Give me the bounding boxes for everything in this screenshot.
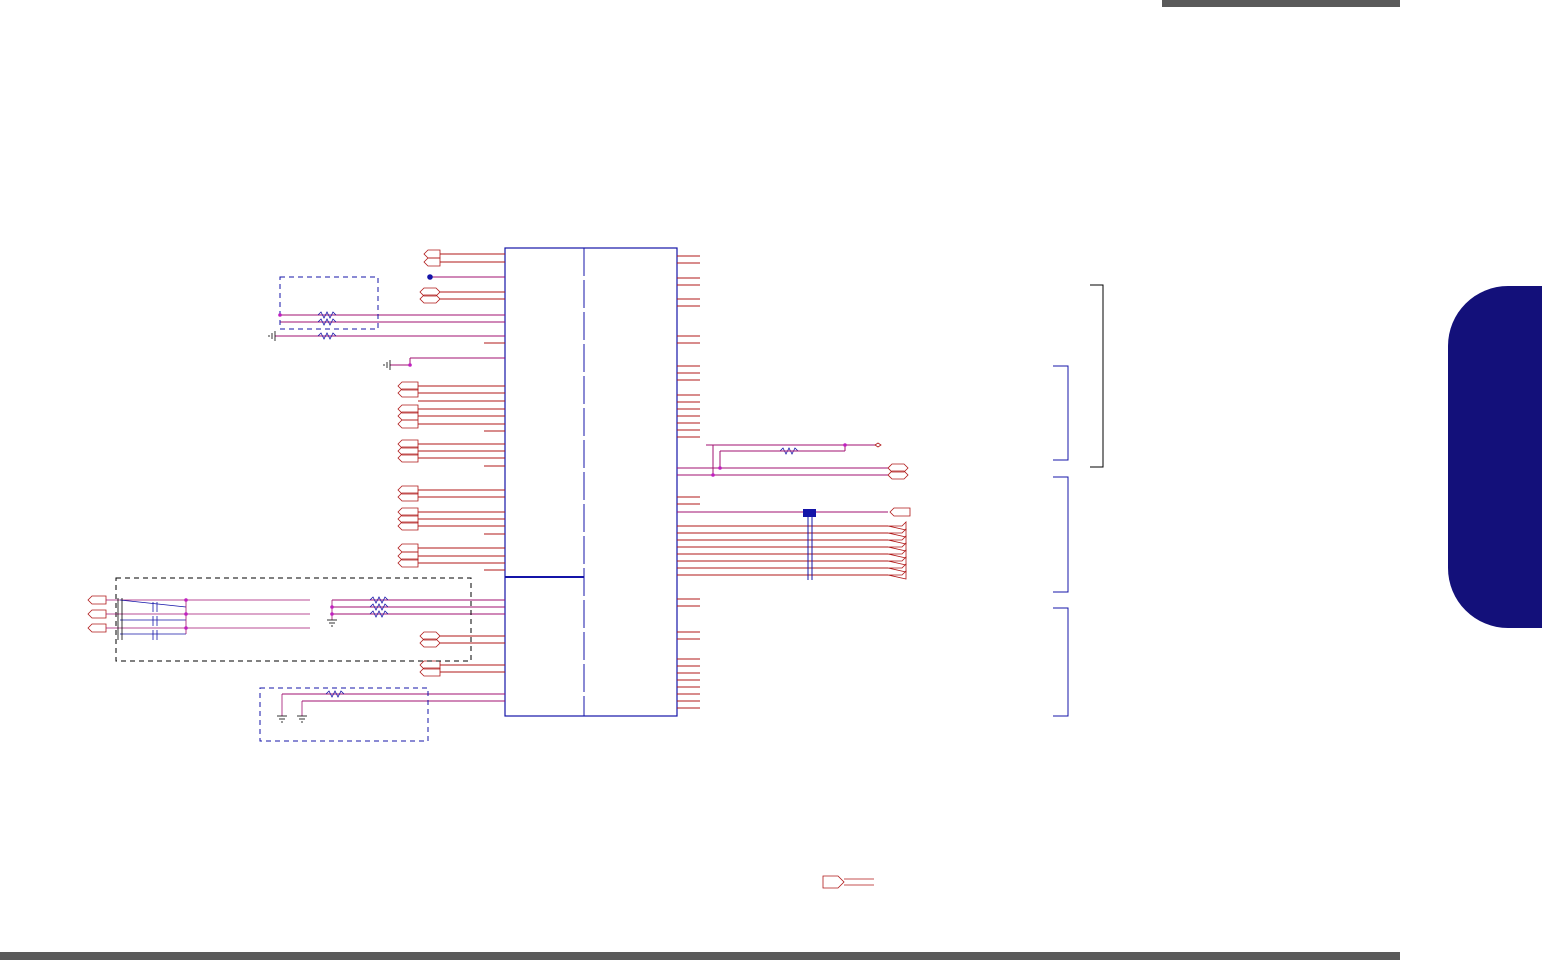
test-point: [427, 274, 433, 280]
grouping-brackets: [1053, 284, 1104, 717]
coupling-network: [106, 598, 333, 640]
jumper-block: [803, 509, 816, 517]
right-pin-stubs: [677, 255, 700, 709]
junction-dots: [184, 313, 847, 630]
left-port-connectors: [87, 249, 441, 677]
ground-symbols: [268, 331, 391, 723]
schematic-diagram: [87, 247, 1104, 889]
right-port-connectors: [874, 442, 911, 580]
right-routed-nets: [677, 444, 888, 580]
bottom-port-connector: [822, 875, 874, 889]
left-pin-wires: [275, 253, 505, 702]
ic-component: [504, 247, 678, 717]
